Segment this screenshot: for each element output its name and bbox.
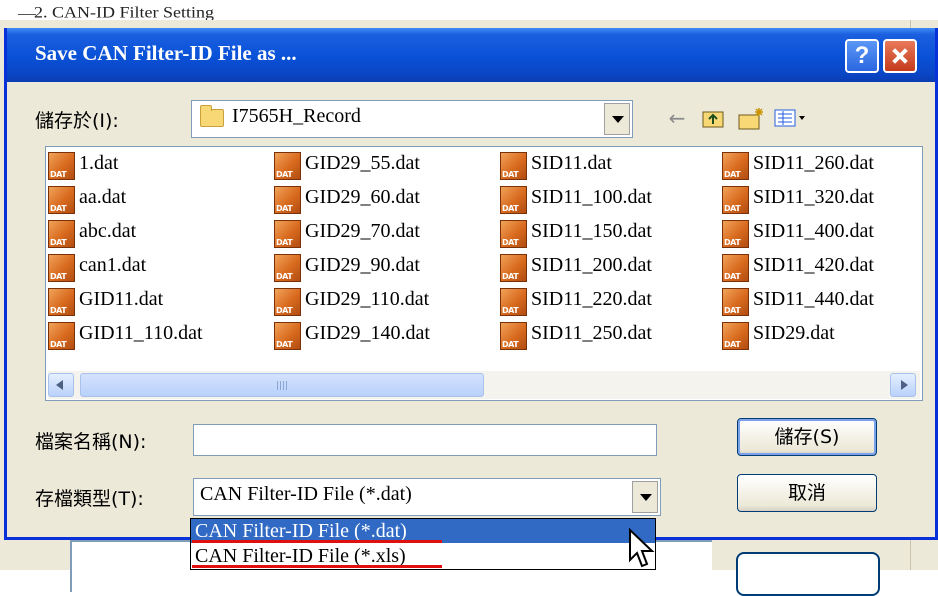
horizontal-scrollbar[interactable] xyxy=(48,371,920,399)
dat-file-icon xyxy=(48,186,75,214)
folder-icon xyxy=(200,105,224,127)
dialog-title: Save CAN Filter-ID File as ... xyxy=(35,41,297,65)
annotation-underline xyxy=(192,540,442,543)
dat-file-icon xyxy=(722,186,749,214)
dat-file-icon xyxy=(500,186,527,214)
dat-file-icon xyxy=(500,152,527,180)
dat-file-icon xyxy=(274,152,301,180)
filetype-dropdown-list[interactable]: CAN Filter-ID File (*.dat) CAN Filter-ID… xyxy=(190,518,656,570)
dat-file-icon xyxy=(500,322,527,350)
dat-file-icon xyxy=(274,220,301,248)
save-in-label: 儲存於(I): xyxy=(35,110,119,132)
dat-file-icon xyxy=(500,288,527,316)
close-button[interactable] xyxy=(883,39,917,73)
dat-file-icon xyxy=(722,288,749,316)
dat-file-icon xyxy=(722,220,749,248)
dat-file-icon xyxy=(274,288,301,316)
scroll-left-button[interactable] xyxy=(48,373,74,397)
folder-up-icon[interactable] xyxy=(701,106,725,130)
dat-file-icon xyxy=(48,220,75,248)
filetype-combo[interactable]: CAN Filter-ID File (*.dat) xyxy=(193,478,661,516)
dat-file-icon xyxy=(274,186,301,214)
scroll-grip-icon xyxy=(277,381,289,390)
filename-input[interactable] xyxy=(193,424,657,456)
filetype-value: CAN Filter-ID File (*.dat) xyxy=(200,483,412,505)
background-button[interactable] xyxy=(736,552,880,596)
dat-file-icon xyxy=(722,152,749,180)
dat-file-icon xyxy=(48,254,75,282)
annotation-underline xyxy=(192,565,442,568)
dat-file-icon xyxy=(500,254,527,282)
view-menu-icon[interactable] xyxy=(773,106,809,130)
save-button[interactable]: 儲存(S) xyxy=(737,418,877,456)
filetype-label: 存檔類型(T): xyxy=(35,488,144,510)
help-button[interactable]: ? xyxy=(845,39,879,73)
new-folder-icon[interactable] xyxy=(737,106,763,130)
back-arrow-icon[interactable]: ← xyxy=(665,106,689,130)
background-window-title: 2. CAN-ID Filter Setting xyxy=(34,3,214,20)
dat-file-icon xyxy=(500,220,527,248)
filetype-dropdown-arrow[interactable] xyxy=(632,481,658,513)
dat-file-icon xyxy=(274,254,301,282)
save-in-combo[interactable]: I7565H_Record xyxy=(191,100,633,138)
cancel-button[interactable]: 取消 xyxy=(737,474,877,512)
save-dialog: Save CAN Filter-ID File as ... ? 儲存於(I):… xyxy=(4,28,938,540)
dat-file-icon xyxy=(48,322,75,350)
background-window-titlebar: 2. CAN-ID Filter Setting xyxy=(0,0,938,20)
dat-file-icon xyxy=(48,152,75,180)
dialog-titlebar[interactable]: Save CAN Filter-ID File as ... ? xyxy=(7,28,935,82)
filename-label: 檔案名稱(N): xyxy=(35,431,147,453)
help-icon: ? xyxy=(854,42,870,69)
dat-file-icon xyxy=(722,254,749,282)
dat-file-icon xyxy=(274,322,301,350)
mouse-cursor-icon xyxy=(629,528,655,568)
dat-file-icon xyxy=(722,322,749,350)
dat-file-icon xyxy=(48,288,75,316)
save-in-dropdown-arrow[interactable] xyxy=(604,103,630,135)
file-list[interactable]: 1.dat aa.dat abc.dat can1.dat GID11.dat … xyxy=(45,146,923,401)
scroll-thumb[interactable] xyxy=(80,373,484,397)
scroll-right-button[interactable] xyxy=(890,373,916,397)
save-in-value: I7565H_Record xyxy=(232,105,361,127)
